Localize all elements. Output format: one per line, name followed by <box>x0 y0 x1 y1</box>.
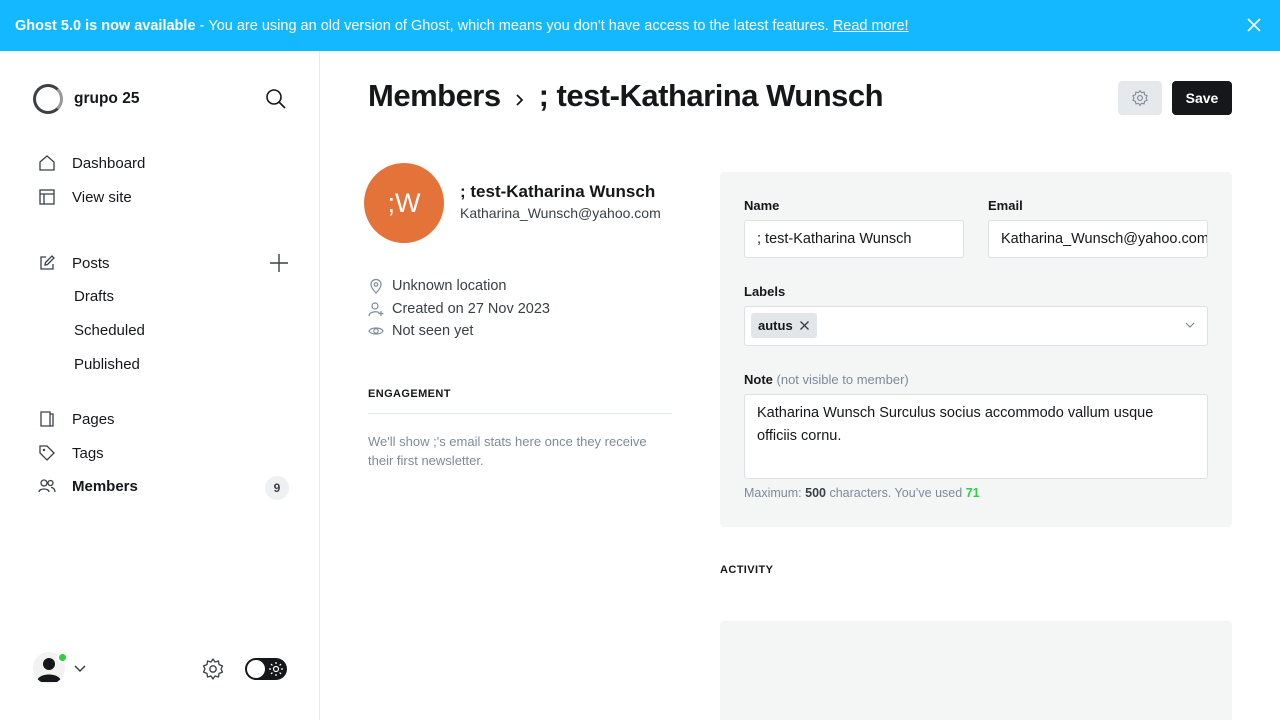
member-avatar: ;W <box>364 163 444 243</box>
sidebar-item-label: Dashboard <box>72 154 146 172</box>
banner-message: You are using an old version of Ghost, w… <box>208 17 829 34</box>
labels-label: Labels <box>744 284 786 299</box>
sidebar-item-label: Pages <box>72 410 115 428</box>
breadcrumb-members-link[interactable]: Members <box>368 78 501 114</box>
location-pin-icon <box>370 278 382 294</box>
gear-icon <box>1132 89 1148 107</box>
member-location: Unknown location <box>368 278 506 294</box>
location-text: Unknown location <box>392 278 507 294</box>
online-status-dot <box>57 652 68 663</box>
email-input[interactable]: Katharina_Wunsch@yahoo.com <box>988 220 1208 258</box>
member-name: ; test-Katharina Wunsch <box>460 182 656 201</box>
search-icon[interactable] <box>265 88 287 110</box>
sidebar-item-published[interactable]: Published <box>74 356 140 373</box>
name-input[interactable]: ; test-Katharina Wunsch <box>744 220 964 258</box>
sidebar-item-label: View site <box>72 188 132 206</box>
max-mid: characters. You’ve used <box>829 486 963 500</box>
divider <box>368 413 672 414</box>
chevron-right-icon <box>515 94 523 106</box>
max-value: 500 <box>805 486 826 500</box>
eye-icon <box>368 327 384 335</box>
add-post-icon[interactable] <box>269 253 289 273</box>
label-chip[interactable]: autus <box>751 313 817 338</box>
member-actions-button[interactable] <box>1118 81 1162 115</box>
sidebar-item-scheduled[interactable]: Scheduled <box>74 322 145 339</box>
sidebar-item-members[interactable]: Members <box>38 477 138 495</box>
update-banner: Ghost 5.0 is now available - You are usi… <box>0 0 1280 51</box>
note-textarea[interactable]: Katharina Wunsch Surculus socius accommo… <box>744 394 1208 479</box>
site-brand[interactable]: grupo 25 <box>33 84 139 114</box>
note-hint: (not visible to member) <box>776 372 909 387</box>
layout-icon <box>39 189 55 205</box>
site-name: grupo 25 <box>74 90 140 107</box>
sidebar: grupo 25 Dashboard View site Posts Draft… <box>0 51 320 720</box>
edit-icon <box>40 255 55 270</box>
note-char-count: Maximum: 500 characters. You’ve used 71 <box>744 486 980 500</box>
activity-feed <box>720 621 1232 720</box>
save-button[interactable]: Save <box>1172 81 1232 115</box>
email-label: Email <box>988 198 1023 213</box>
member-created: Created on 27 Nov 2023 <box>368 301 550 317</box>
note-label: Note (not visible to member) <box>744 372 909 387</box>
member-last-seen: Not seen yet <box>368 323 473 339</box>
max-prefix: Maximum: <box>744 486 802 500</box>
sidebar-item-view-site[interactable]: View site <box>38 188 132 206</box>
activity-title: ACTIVITY <box>720 564 774 576</box>
close-icon[interactable] <box>1246 17 1262 33</box>
members-count-badge: 9 <box>265 476 289 500</box>
sidebar-item-label: Posts <box>72 254 110 272</box>
banner-separator: - <box>199 17 205 34</box>
sidebar-item-drafts[interactable]: Drafts <box>74 288 114 305</box>
chevron-down-icon[interactable] <box>1184 319 1196 331</box>
dark-mode-toggle[interactable] <box>245 658 287 680</box>
sidebar-item-posts[interactable]: Posts <box>38 254 110 272</box>
remove-label-icon[interactable] <box>799 320 810 331</box>
name-label: Name <box>744 198 780 213</box>
sidebar-item-tags[interactable]: Tags <box>38 444 104 462</box>
seen-text: Not seen yet <box>392 323 474 339</box>
member-email: Katharina_Wunsch@yahoo.com <box>460 205 661 221</box>
created-text: Created on 27 Nov 2023 <box>392 301 550 317</box>
banner-title: Ghost 5.0 is now available <box>15 17 196 34</box>
user-add-icon <box>368 302 384 317</box>
used-value: 71 <box>965 486 980 500</box>
sidebar-item-dashboard[interactable]: Dashboard <box>38 154 145 172</box>
home-icon <box>39 155 55 171</box>
sun-icon <box>269 662 283 676</box>
engagement-title: ENGAGEMENT <box>368 388 451 400</box>
chevron-down-icon[interactable] <box>73 662 87 676</box>
note-label-text: Note <box>744 372 773 387</box>
tag-icon <box>39 445 55 461</box>
banner-read-more-link[interactable]: Read more! <box>833 18 909 34</box>
sidebar-item-label: Members <box>72 477 138 495</box>
site-logo <box>33 84 63 114</box>
page-title: ; test-Katharina Wunsch <box>538 78 884 113</box>
sidebar-item-pages[interactable]: Pages <box>38 410 115 428</box>
members-icon <box>38 479 56 493</box>
pages-icon <box>40 411 54 427</box>
settings-gear-icon[interactable] <box>201 657 225 681</box>
sidebar-item-label: Tags <box>72 444 104 462</box>
toggle-knob <box>247 660 265 678</box>
engagement-text: We'll show ;'s email stats here once the… <box>368 434 647 468</box>
label-chip-text: autus <box>758 318 793 333</box>
breadcrumb: Members ; test-Katharina Wunsch <box>368 78 884 114</box>
